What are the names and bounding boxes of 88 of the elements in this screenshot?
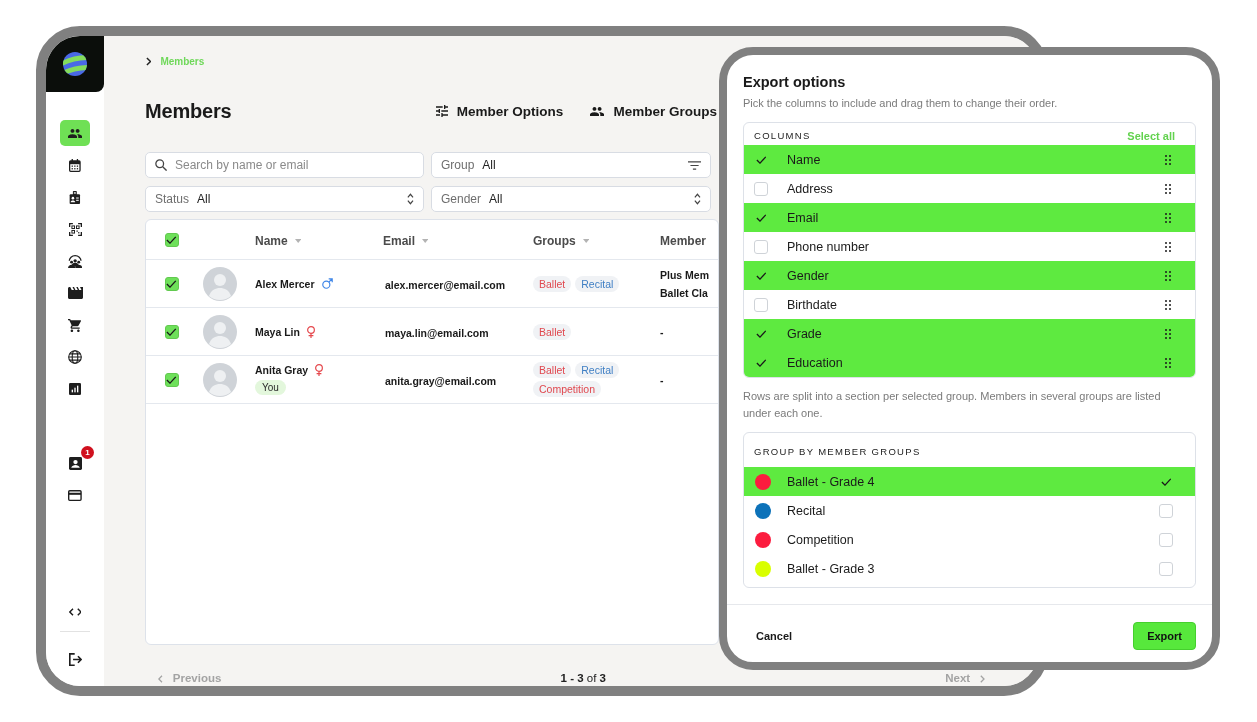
checkbox[interactable] <box>1159 503 1173 518</box>
notification-badge: 1 <box>81 446 94 459</box>
membership-text: Plus Mem <box>660 267 709 283</box>
filter-select[interactable]: Status All <box>145 186 424 212</box>
drag-handle-icon <box>1165 328 1171 339</box>
cart-icon <box>68 318 82 332</box>
column-header[interactable]: Member <box>660 233 706 248</box>
checkbox[interactable] <box>754 297 768 312</box>
filter-select[interactable]: Group All <box>431 152 711 178</box>
column-option[interactable]: Name <box>744 145 1195 174</box>
user-badge: You <box>255 380 286 395</box>
checkbox[interactable] <box>754 239 768 254</box>
search-icon <box>155 159 167 171</box>
sidebar-item[interactable] <box>60 120 90 146</box>
column-header[interactable]: Name <box>255 233 302 248</box>
panel-heading: GROUP BY MEMBER GROUPS <box>754 446 921 458</box>
chevron-left-icon <box>158 674 163 683</box>
header-action-button[interactable]: Member Options <box>435 103 564 119</box>
column-option[interactable]: Email <box>744 203 1195 232</box>
contact-card-icon <box>68 456 82 470</box>
filter-lines-icon <box>687 160 701 170</box>
checkbox[interactable] <box>754 181 768 196</box>
checkbox[interactable] <box>1159 561 1173 576</box>
column-header[interactable]: Email <box>383 233 429 248</box>
member-email: anita.gray@email.com <box>384 374 497 387</box>
cancel-button[interactable]: Cancel <box>743 624 806 648</box>
calendar-icon <box>69 158 81 172</box>
checkbox[interactable] <box>164 324 179 339</box>
help-text: Rows are split into a section per selected group. Members in several groups are listed under each one. <box>743 389 1162 421</box>
drag-handle-icon <box>1165 241 1171 252</box>
drag-handle-icon <box>1165 183 1171 194</box>
page-title: Members <box>145 99 232 123</box>
checkbox[interactable] <box>164 372 179 387</box>
member-name: Maya Lin <box>255 325 300 338</box>
search-field[interactable]: Search by name or email <box>145 152 424 178</box>
filter-select[interactable]: Gender All <box>431 186 711 212</box>
drag-handle-icon <box>1165 299 1171 310</box>
membership-text: - <box>660 372 664 388</box>
membership-text: Ballet Cla <box>660 285 708 301</box>
group-tag: Recital <box>575 362 620 378</box>
group-option[interactable]: Ballet - Grade 4 <box>744 467 1195 496</box>
credit-card-icon <box>68 489 82 501</box>
updown-chevron-icon <box>407 193 414 205</box>
avatar-placeholder <box>203 266 237 301</box>
drag-handle-icon <box>1165 357 1171 368</box>
clapperboard-icon <box>67 287 83 299</box>
page-range: 1 - 3 of 3 <box>560 672 606 685</box>
checkbox[interactable] <box>1159 532 1173 547</box>
group-tag: Competition <box>533 381 602 397</box>
sliders-icon <box>435 105 448 117</box>
drag-handle-icon <box>1165 270 1171 281</box>
ball-logo-icon <box>63 52 87 76</box>
drag-handle-icon <box>1165 154 1171 165</box>
people-icon <box>67 128 83 138</box>
chevron-right-icon <box>980 674 985 683</box>
avatar-placeholder <box>203 314 237 349</box>
checkbox[interactable] <box>164 232 179 247</box>
panel-heading: COLUMNS <box>754 130 811 142</box>
code-icon <box>68 608 82 616</box>
globe-icon <box>68 350 82 364</box>
dialog-subtitle: Pick the columns to include and drag them to change their order. <box>743 96 1059 110</box>
group-tag: Recital <box>575 275 620 292</box>
drag-handle-icon <box>1165 212 1171 223</box>
column-option[interactable]: Gender <box>744 261 1195 290</box>
dialog-title: Export options <box>743 74 846 90</box>
people-group-icon <box>67 254 83 268</box>
checkbox[interactable] <box>164 276 179 291</box>
column-header[interactable]: Groups <box>533 233 590 248</box>
group-tag: Ballet <box>533 362 572 378</box>
group-tag: Ballet <box>533 323 572 340</box>
export-button[interactable]: Export <box>1133 622 1196 650</box>
id-badge-icon <box>69 190 81 204</box>
updown-chevron-icon <box>694 193 701 205</box>
column-option[interactable]: Grade <box>744 319 1195 348</box>
logout-icon <box>68 652 82 666</box>
member-name: Alex Mercer <box>255 277 315 290</box>
avatar-placeholder <box>203 362 237 397</box>
member-email: maya.lin@email.com <box>384 326 489 339</box>
column-option[interactable]: Education <box>744 348 1195 377</box>
chevron-right-icon <box>146 56 152 66</box>
qr-scan-icon <box>68 222 82 236</box>
people-icon <box>590 106 605 116</box>
group-tag: Ballet <box>533 275 572 292</box>
membership-text: - <box>660 324 664 340</box>
bar-chart-icon <box>69 383 81 395</box>
member-email: alex.mercer@email.com <box>384 278 505 291</box>
header-action-button[interactable]: Member Groups <box>590 103 717 119</box>
member-name: Anita Gray <box>255 364 309 376</box>
